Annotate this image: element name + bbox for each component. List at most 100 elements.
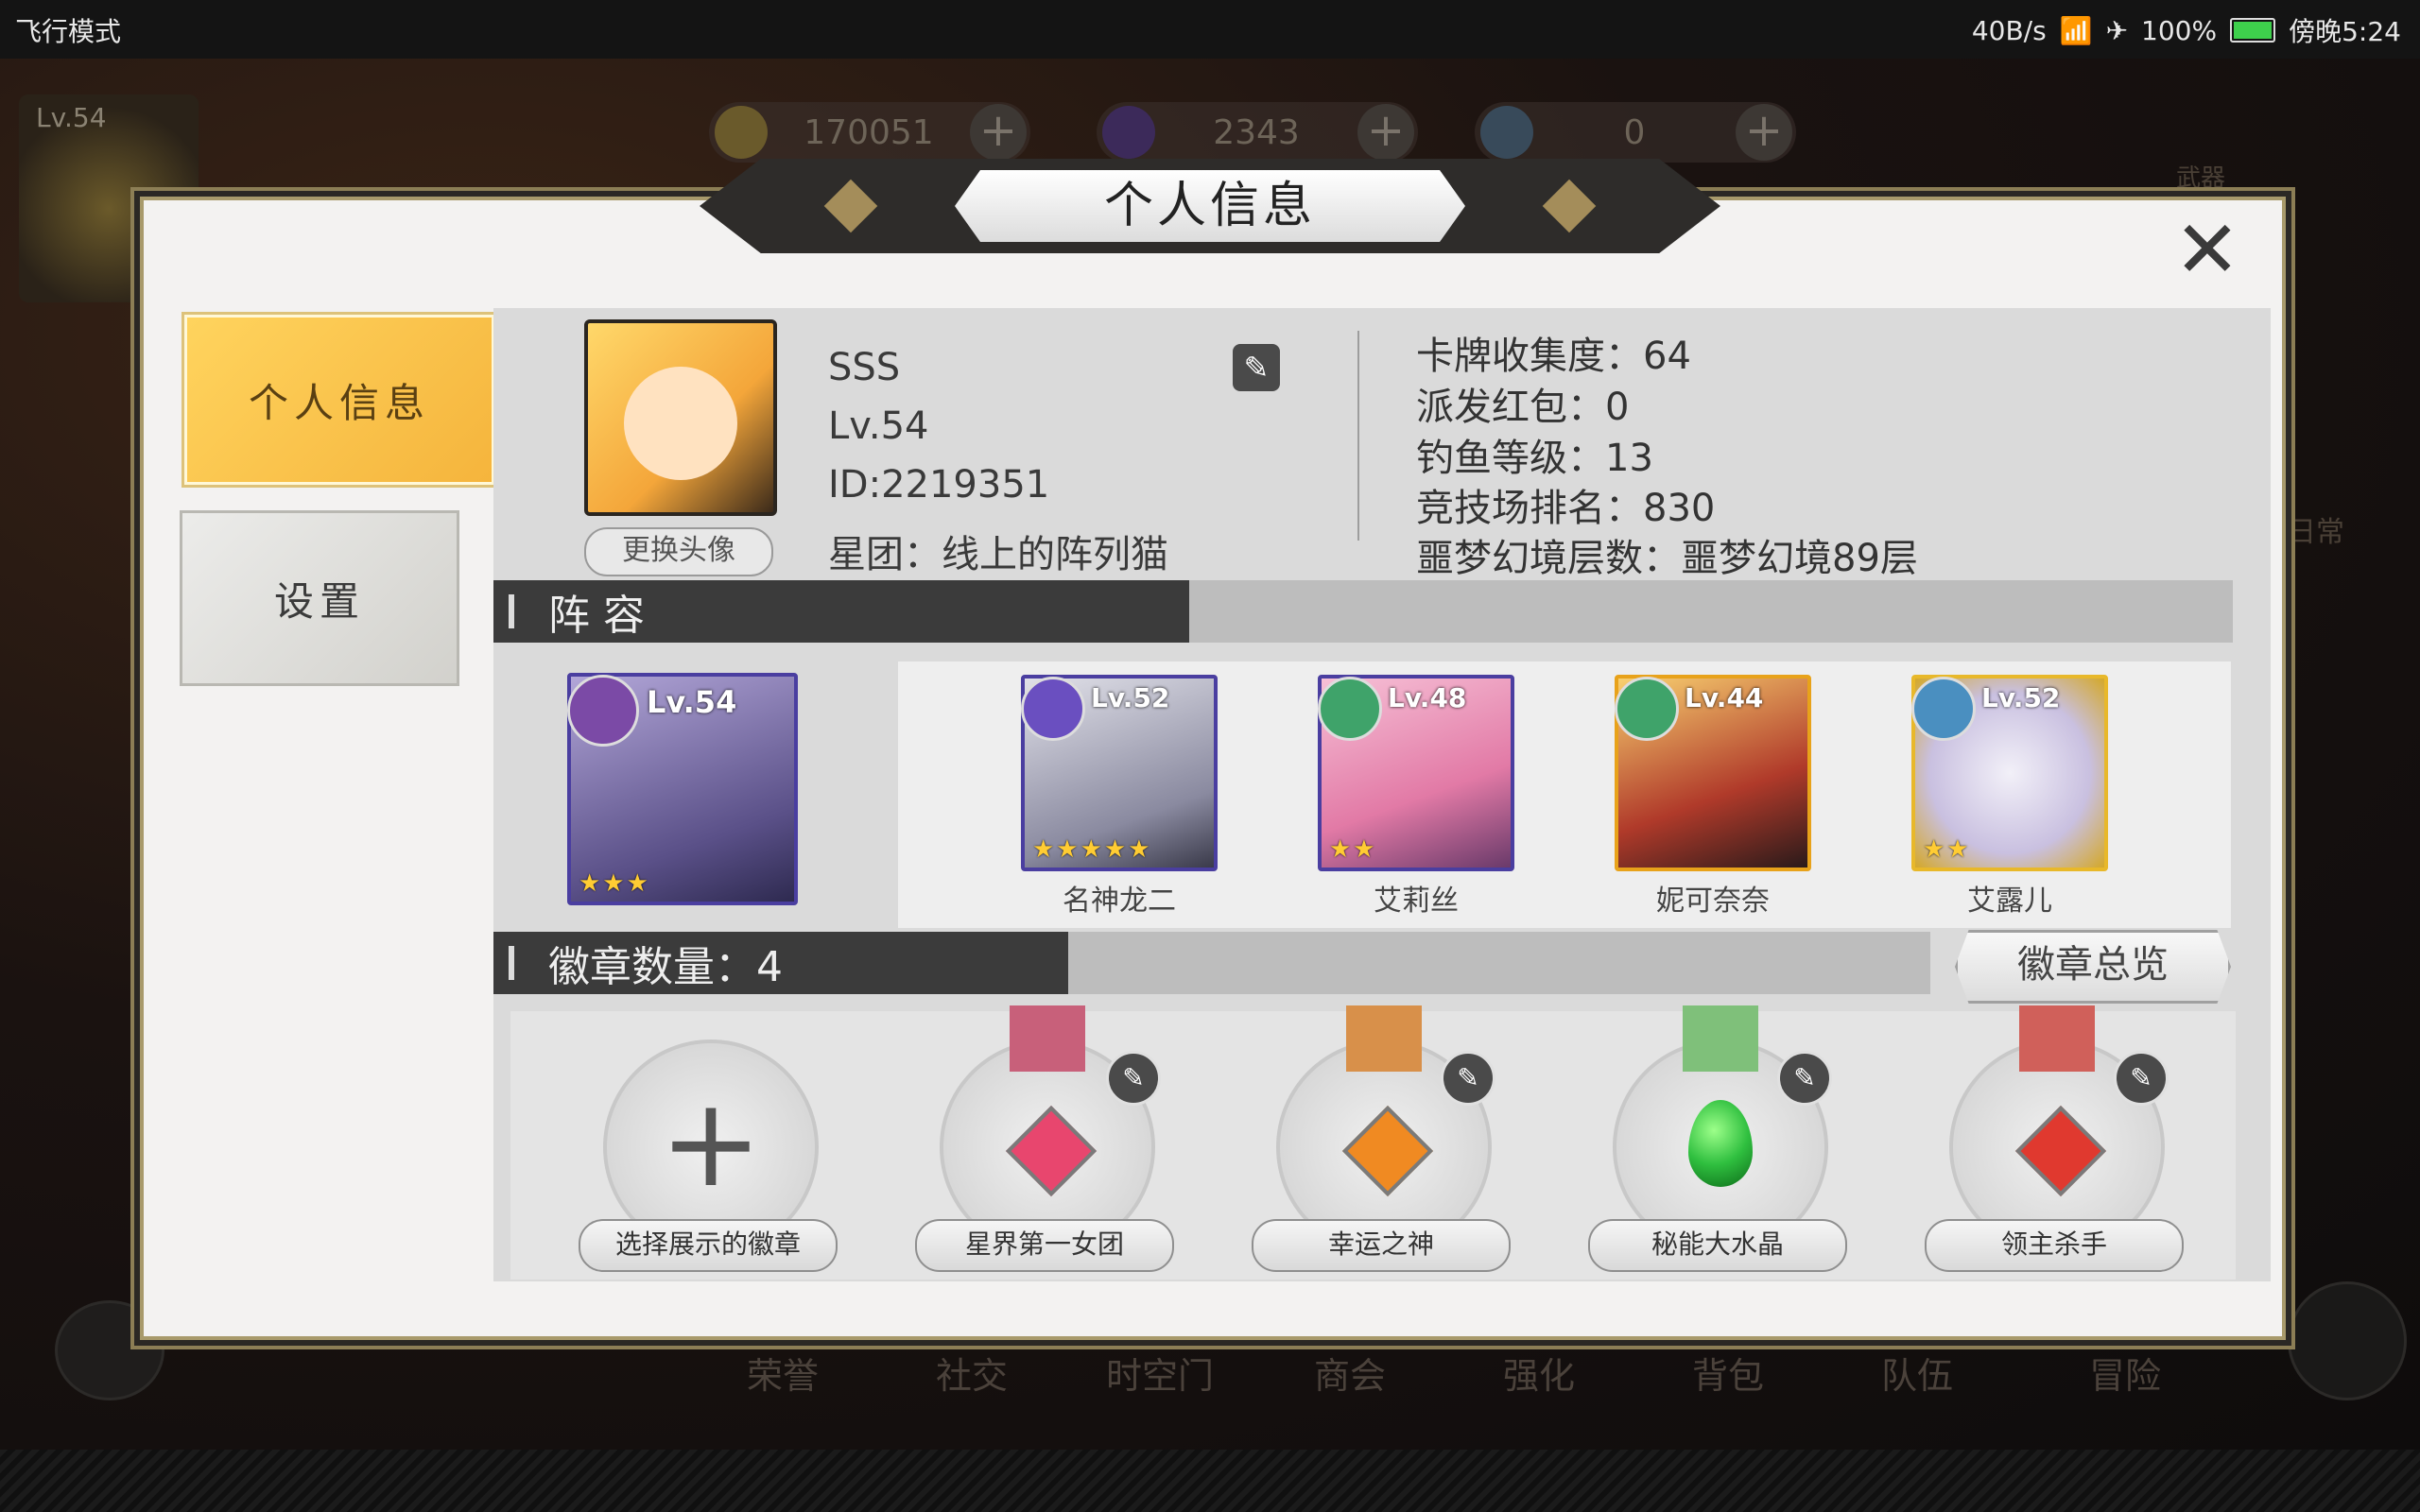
title-ornament-icon [1542,179,1597,233]
nav-bag[interactable]: 背包 [1692,1347,1764,1399]
player-corner-level: Lv.54 [36,102,107,133]
info-divider [1357,331,1359,541]
edit-badge-1-button[interactable]: ✎ [1106,1051,1161,1106]
add-crystal-button[interactable]: + [1357,104,1414,161]
badge-label-1: 星界第一女团 [915,1219,1174,1272]
gold-value: 170051 [804,112,934,152]
plus-icon: + [659,1071,763,1214]
settings-gear-icon[interactable] [2288,1281,2407,1400]
hero-1-name: 名神龙二 [1063,885,1176,918]
orange-gem-medal-icon [1341,1105,1434,1197]
panel-title-banner: 个人信息 [700,159,1720,253]
leader-stars: ★★★ [579,869,650,898]
nav-adventure[interactable]: 冒险 [2089,1347,2161,1399]
gold-coin-icon [715,106,768,159]
hero-card-3[interactable]: Lv.44 [1615,675,1811,871]
ribbon-icon [2019,1005,2095,1072]
hero-2-name: 艾莉丝 [1374,885,1459,918]
archer-class-icon [1911,677,1976,741]
clock: 傍晚5:24 [2289,16,2401,47]
badge-overview-button[interactable]: 徽章总览 [1955,930,2231,1004]
hero-1-level: Lv.52 [1091,682,1170,713]
battery-icon [2230,18,2276,43]
lineup-header-label: 阵 容 [548,592,645,640]
stat-fishing-level: 钓鱼等级：13 [1416,437,1653,480]
purple-crystal-icon [1102,106,1155,159]
orb-value: 0 [1623,112,1646,152]
hero-1-stars: ★★★★★ [1032,835,1152,864]
hero-3-name: 妮可奈奈 [1656,885,1770,918]
ribbon-icon [1010,1005,1085,1072]
avatar-face-icon [624,367,737,480]
badge-label-4: 领主杀手 [1925,1219,2184,1272]
red-gem-medal-icon [2014,1105,2107,1197]
wifi-icon: 📶 [2059,14,2093,46]
airplane-icon: ✈ [2105,14,2129,46]
badges-count-label: 徽章数量：4 [548,943,783,991]
close-button[interactable]: ✕ [2165,210,2250,295]
badges-header: 徽章数量：4 [493,932,1930,994]
network-speed: 40B/s [1971,14,2047,46]
nav-honor[interactable]: 荣誉 [747,1347,819,1399]
hero-2-stars: ★★ [1329,835,1377,864]
hero-card-2[interactable]: Lv.48 ★★ [1318,675,1514,871]
player-avatar[interactable] [584,319,777,516]
mage-class-icon [567,675,639,747]
shield-class-icon [1021,677,1085,741]
nav-portal[interactable]: 时空门 [1106,1347,1214,1399]
edit-badge-2-button[interactable]: ✎ [1441,1051,1495,1106]
stat-nightmare-floor: 噩梦幻境层数：噩梦幻境89层 [1416,537,1918,580]
rainbow-orb-icon [1480,106,1533,159]
status-bar: 飞行模式 40B/s 📶 ✈ 100% 傍晚5:24 [0,0,2420,59]
player-level: Lv.54 [828,404,929,448]
leader-hero-card[interactable]: Lv.54 ★★★ [567,673,798,905]
hero-4-name: 艾露儿 [1967,885,2052,918]
hero-2-level: Lv.48 [1388,682,1467,713]
ribbon-icon [1346,1005,1422,1072]
hero-3-level: Lv.44 [1685,682,1764,713]
panel-title: 个人信息 [955,170,1465,242]
hero-card-1[interactable]: Lv.52 ★★★★★ [1021,675,1218,871]
hero-4-level: Lv.52 [1981,682,2061,713]
edit-badge-3-button[interactable]: ✎ [1777,1051,1832,1106]
healer-class-icon [1615,677,1679,741]
nav-team[interactable]: 队伍 [1881,1347,1953,1399]
crystal-resource: 2343 + [1097,102,1418,163]
player-id: ID:2219351 [828,463,1050,507]
tab-personal-info-label: 个人信息 [248,379,430,426]
healer-class-icon [1318,677,1382,741]
battery-percent: 100% [2141,14,2218,46]
stat-card-collection: 卡牌收集度：64 [1416,335,1691,378]
edit-name-button[interactable]: ✎ [1233,344,1280,391]
player-name: SSS [828,346,901,389]
add-orb-button[interactable]: + [1736,104,1792,161]
weapon-side-label[interactable]: 武器 [2176,159,2225,194]
nav-social[interactable]: 社交 [936,1347,1008,1399]
leader-level: Lv.54 [647,684,737,720]
nav-guild-shop[interactable]: 商会 [1314,1347,1386,1399]
airplane-mode-text: 飞行模式 [15,16,122,47]
badge-label-3: 秘能大水晶 [1588,1219,1847,1272]
badge-label-2: 幸运之神 [1252,1219,1511,1272]
bottom-decoration-bar [0,1450,2420,1512]
edit-badge-4-button[interactable]: ✎ [2114,1051,2169,1106]
hero-4-stars: ★★ [1923,835,1971,864]
lineup-header: 阵 容 [493,580,2233,643]
tab-settings-label: 设置 [273,577,365,625]
stat-red-packets: 派发红包：0 [1416,386,1630,429]
change-avatar-button[interactable]: 更换头像 [584,527,773,576]
add-gold-button[interactable]: + [970,104,1027,161]
hero-card-4[interactable]: Lv.52 ★★ [1911,675,2108,871]
gold-resource: 170051 + [709,102,1030,163]
pink-star-medal-icon [1005,1105,1098,1197]
daily-side-label[interactable]: 日常 [2288,508,2344,550]
status-right: 40B/s 📶 ✈ 100% 傍晚5:24 [1972,11,2401,49]
nav-enhance[interactable]: 强化 [1503,1347,1575,1399]
tab-personal-info[interactable]: 个人信息 [182,312,497,488]
tab-settings[interactable]: 设置 [180,510,459,686]
orb-resource: 0 + [1475,102,1796,163]
player-guild: 星团：线上的阵列猫 [828,533,1168,576]
crystal-value: 2343 [1213,112,1300,152]
green-gem-medal-icon [1688,1100,1753,1187]
badge-label-select[interactable]: 选择展示的徽章 [579,1219,838,1272]
